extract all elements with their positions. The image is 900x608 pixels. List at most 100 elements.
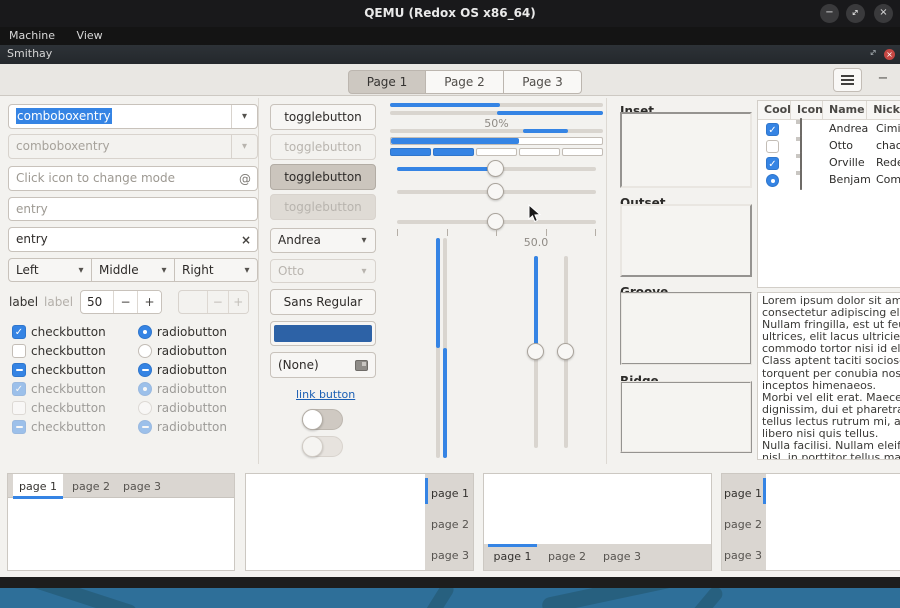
tab-page-2[interactable]: Page 2 bbox=[426, 70, 504, 94]
combobox-entry[interactable]: comboboxentry ▾ bbox=[8, 104, 258, 129]
nb2-tab-page2[interactable]: page 2 bbox=[429, 518, 471, 531]
column-header-name[interactable]: Name bbox=[823, 101, 867, 119]
spin-plus-icon: + bbox=[228, 291, 248, 313]
chevron-down-icon: ▾ bbox=[154, 259, 174, 281]
hscale-filled-knob[interactable] bbox=[487, 160, 504, 177]
separator bbox=[606, 98, 607, 464]
radiobutton-label: radiobutton bbox=[157, 325, 227, 339]
smithay-maximize-icon[interactable]: ↔ bbox=[868, 47, 880, 59]
row-checkbox-icon[interactable] bbox=[766, 140, 779, 153]
frame-groove bbox=[620, 292, 752, 365]
switch-off[interactable] bbox=[302, 409, 343, 430]
menu-view[interactable]: View bbox=[68, 27, 112, 45]
cell-nick: Comp bbox=[870, 173, 900, 186]
textview-content[interactable]: Lorem ipsum dolor sit amet, consectetur … bbox=[758, 293, 900, 460]
vscale-plain-knob[interactable] bbox=[557, 343, 574, 360]
minimize-icon[interactable]: − bbox=[820, 4, 839, 23]
nb3-tab-page2[interactable]: page 2 bbox=[544, 550, 590, 563]
vscale-filled-knob[interactable] bbox=[527, 343, 544, 360]
maximize-icon[interactable]: ↔ bbox=[846, 4, 865, 23]
nb4-tab-page3[interactable]: page 3 bbox=[723, 549, 763, 562]
close-icon[interactable]: × bbox=[874, 4, 893, 23]
app-headerbar: Page 1 Page 2 Page 3 − bbox=[0, 64, 900, 96]
color-button[interactable] bbox=[270, 321, 376, 346]
table-row[interactable]: Otto chaot bbox=[758, 137, 900, 154]
chevron-down-icon[interactable]: ▾ bbox=[231, 105, 257, 128]
nb1-tab-page3[interactable]: page 3 bbox=[119, 480, 165, 493]
checkbutton-label: checkbutton bbox=[31, 401, 106, 415]
nb4-tab-page1[interactable]: page 1 bbox=[723, 487, 763, 500]
column-header-icon[interactable]: Icon bbox=[791, 101, 823, 119]
combobox[interactable]: Andrea ▾ bbox=[270, 228, 376, 253]
smithay-close-icon[interactable]: × bbox=[884, 49, 895, 60]
togglebutton-active[interactable]: togglebutton bbox=[270, 164, 376, 190]
hamburger-menu-icon[interactable] bbox=[833, 68, 862, 92]
nb2-tab-page1[interactable]: page 1 bbox=[429, 487, 471, 500]
table-row[interactable]: ✓ Andrea Cimi bbox=[758, 120, 900, 137]
dropdown-right[interactable]: Right ▾ bbox=[174, 258, 258, 282]
checkbox-checked-icon[interactable]: ✓ bbox=[12, 325, 26, 339]
nb1-tab-page2[interactable]: page 2 bbox=[68, 480, 114, 493]
vlevelbar-top bbox=[436, 238, 440, 458]
table-row[interactable]: Benjamin Comp bbox=[758, 171, 900, 188]
entry-clearable-field[interactable]: entry × bbox=[8, 227, 258, 252]
column-header-nick[interactable]: Nick bbox=[867, 101, 900, 119]
cell-nick: Reder bbox=[870, 156, 900, 169]
row-checkbox-checked-icon[interactable]: ✓ bbox=[766, 157, 779, 170]
image-icon bbox=[800, 169, 802, 190]
tab-page-3[interactable]: Page 3 bbox=[504, 70, 582, 94]
file-chooser-button[interactable]: (None) bbox=[270, 352, 376, 378]
dropdown-middle[interactable]: Middle ▾ bbox=[91, 258, 175, 282]
smithay-titlebar[interactable]: Smithay ↔ × bbox=[0, 45, 900, 64]
row-checkbox-checked-icon[interactable]: ✓ bbox=[766, 123, 779, 136]
cell-name: Benjamin bbox=[823, 173, 870, 186]
radiobutton-label: radiobutton bbox=[157, 420, 227, 434]
levelbar-continuous bbox=[390, 137, 603, 145]
row-radio-selected-icon[interactable] bbox=[766, 174, 779, 187]
hscale-marks-knob[interactable] bbox=[487, 213, 504, 230]
column-header-cool[interactable]: Cool bbox=[758, 101, 791, 119]
spinbutton-value[interactable]: 50 bbox=[81, 291, 113, 313]
font-button[interactable]: Sans Regular 12 bbox=[270, 289, 376, 315]
spin-plus-icon[interactable]: + bbox=[137, 291, 161, 313]
spin-minus-icon[interactable]: − bbox=[113, 291, 137, 313]
entry-placeholder-field[interactable]: entry bbox=[8, 197, 258, 221]
menu-machine[interactable]: Machine bbox=[0, 27, 64, 45]
hscale-plain-knob[interactable] bbox=[487, 183, 504, 200]
smithay-title: Smithay bbox=[7, 47, 52, 60]
dropdown-left[interactable]: Left ▾ bbox=[8, 258, 92, 282]
check-radio-row: ✓checkbutton radiobutton bbox=[12, 321, 227, 339]
spinbutton[interactable]: 50 − + bbox=[80, 290, 162, 314]
cell-name: Otto bbox=[823, 139, 870, 152]
window-minimize-icon[interactable]: − bbox=[874, 68, 892, 92]
checkbox-icon[interactable] bbox=[12, 344, 26, 358]
page-tab-group: Page 1 Page 2 Page 3 bbox=[348, 70, 582, 94]
active-tab-indicator bbox=[488, 544, 537, 547]
vlevelbar-bottom bbox=[443, 238, 447, 458]
togglebutton[interactable]: togglebutton bbox=[270, 104, 376, 130]
table-row[interactable]: ✓ Orville Reder bbox=[758, 154, 900, 171]
switch-knob bbox=[302, 436, 323, 457]
mode-entry-placeholder: Click icon to change mode bbox=[16, 171, 175, 185]
mode-entry[interactable]: Click icon to change mode @ bbox=[8, 166, 258, 191]
nb3-tab-page3[interactable]: page 3 bbox=[599, 550, 645, 563]
radio-icon[interactable] bbox=[138, 344, 152, 358]
nb4-tab-page2[interactable]: page 2 bbox=[723, 518, 763, 531]
nb2-tab-page3[interactable]: page 3 bbox=[429, 549, 471, 562]
radio-selected-icon[interactable] bbox=[138, 325, 152, 339]
radio-mixed-icon[interactable] bbox=[138, 363, 152, 377]
clear-icon[interactable]: × bbox=[241, 228, 251, 252]
vlevelbar-fill bbox=[436, 238, 440, 348]
nb1-tab-page1[interactable]: page 1 bbox=[13, 480, 63, 493]
checkbox-mixed-icon[interactable] bbox=[12, 363, 26, 377]
textview[interactable]: Lorem ipsum dolor sit amet, consectetur … bbox=[757, 292, 900, 460]
change-mode-icon[interactable]: @ bbox=[239, 167, 251, 191]
nb3-tab-page1[interactable]: page 1 bbox=[488, 550, 537, 563]
vscale-fill bbox=[534, 256, 538, 352]
treeview[interactable]: Cool Icon Name Nick ✓ Andrea Cimi Otto c… bbox=[757, 100, 900, 288]
link-button[interactable]: link button bbox=[296, 388, 355, 401]
tab-page-1[interactable]: Page 1 bbox=[348, 70, 426, 94]
switch-knob[interactable] bbox=[302, 409, 323, 430]
scale-mark bbox=[496, 229, 497, 236]
mouse-cursor bbox=[528, 204, 542, 223]
